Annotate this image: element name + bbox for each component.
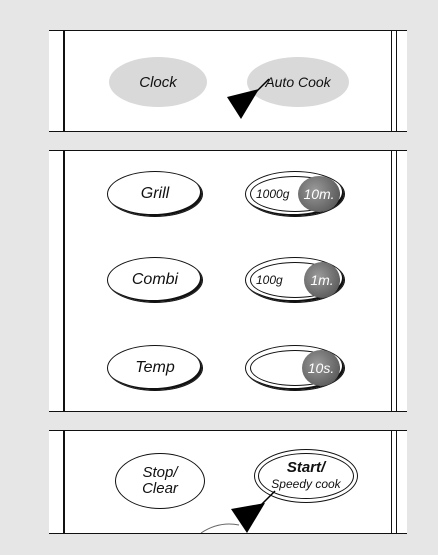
weight-100g-label: 100g — [256, 273, 283, 287]
clock-label: Clock — [139, 73, 177, 91]
combi-button[interactable]: Combi — [107, 257, 203, 303]
time-1m-badge: 1m. — [304, 262, 340, 298]
panel-edge-right — [391, 31, 392, 131]
pointer-arrow-icon — [227, 78, 270, 119]
stop-clear-button[interactable]: Stop/ Clear — [115, 453, 205, 509]
grill-label: Grill — [140, 185, 170, 202]
combi-label: Combi — [131, 271, 179, 288]
panel-edge-left — [63, 31, 65, 131]
temp-button[interactable]: Temp — [107, 345, 203, 391]
weight-100g-button[interactable]: 100g 1m. — [245, 257, 345, 303]
stop-label: Stop/ — [142, 464, 178, 481]
auto-cook-label: Auto Cook — [265, 74, 331, 90]
clear-label: Clear — [142, 480, 178, 497]
speedy-cook-label: Speedy cook — [271, 477, 341, 491]
panel-edge-right — [391, 431, 392, 533]
start-label: Start/ — [286, 459, 326, 476]
clock-panel: Clock Auto Cook — [49, 30, 407, 132]
decorative-curve — [200, 523, 240, 533]
clock-button[interactable]: Clock — [109, 57, 207, 107]
panel-edge-left — [63, 151, 65, 411]
time-10m-badge: 10m. — [298, 176, 340, 212]
panel-edge-right-2 — [396, 151, 397, 411]
time-10s-button[interactable]: 10s. — [245, 345, 345, 391]
grill-button[interactable]: Grill — [107, 171, 203, 217]
panel-edge-right-2 — [396, 431, 397, 533]
start-panel: Stop/ Clear Start/ Speedy cook — [49, 430, 407, 534]
panel-edge-right — [391, 151, 392, 411]
weight-1000g-button[interactable]: 1000g 10m. — [245, 171, 345, 217]
weight-1000g-label: 1000g — [256, 187, 290, 201]
panel-edge-right-2 — [396, 31, 397, 131]
panel-edge-left — [63, 431, 65, 533]
temp-label: Temp — [135, 359, 175, 376]
cooking-panel: Grill 1000g 10m. Combi 100g 1m. Temp 10s… — [49, 150, 407, 412]
time-10s-badge: 10s. — [302, 350, 340, 386]
